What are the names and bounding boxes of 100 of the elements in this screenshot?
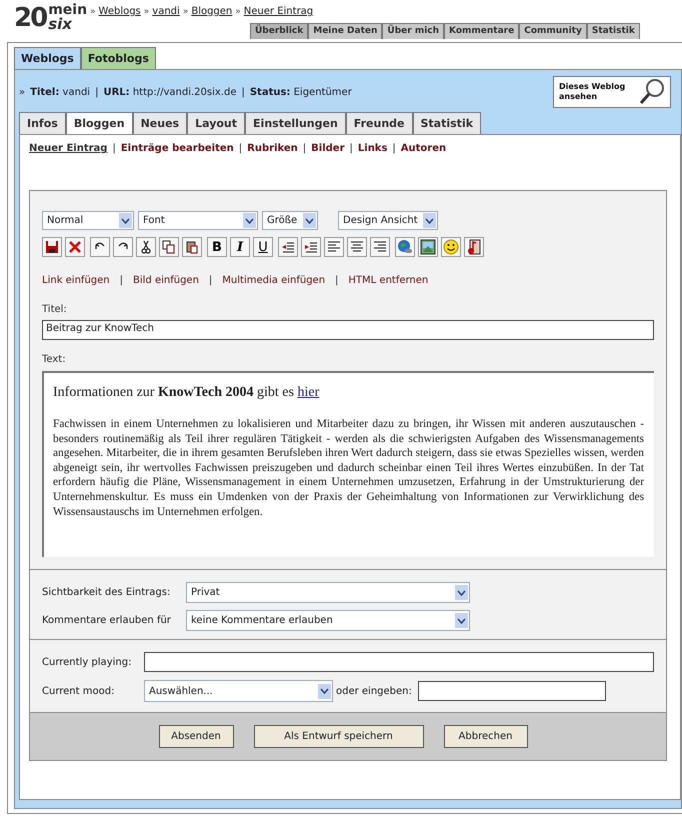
breadcrumb-link[interactable]: Bloggen	[191, 6, 232, 17]
separator: |	[208, 275, 212, 286]
section-tab[interactable]: Weblogs	[14, 47, 81, 69]
indent-button[interactable]	[301, 237, 321, 257]
separator: |	[241, 86, 245, 98]
separator: |	[335, 275, 338, 286]
image-button[interactable]	[418, 237, 438, 257]
search-icon	[638, 78, 666, 106]
tab[interactable]: Neues	[132, 112, 188, 134]
field-label: Kommentare erlauben für	[42, 615, 172, 626]
breadcrumb-link[interactable]: Neuer Eintrag	[244, 6, 314, 17]
paste-button[interactable]	[182, 237, 202, 257]
separator: |	[95, 86, 98, 98]
field-label: Current mood:	[42, 686, 116, 696]
info-field: Status: Eigentümer	[250, 86, 352, 98]
smiley-icon	[443, 239, 459, 255]
subnav-link[interactable]: Links	[358, 143, 388, 154]
cut-icon	[139, 240, 153, 254]
nav-tab[interactable]: Meine Daten	[308, 23, 382, 39]
form-button[interactable]: Als Entwurf speichern	[254, 725, 424, 748]
outdent-button[interactable]	[278, 237, 298, 257]
subnav-link[interactable]: Einträge bearbeiten	[120, 143, 234, 154]
dropdown[interactable]: Auswählen...	[144, 680, 333, 702]
smiley-button[interactable]	[441, 237, 461, 257]
nav-tab[interactable]: Über mich	[382, 23, 444, 39]
tab[interactable]: Einstellungen	[245, 112, 346, 134]
format-button[interactable]: I	[230, 237, 250, 257]
breadcrumb-separator: »	[144, 7, 150, 17]
copy-button[interactable]	[159, 237, 179, 257]
field-label: Sichtbarkeit des Eintrags:	[42, 587, 172, 598]
form-button[interactable]: Absenden	[158, 725, 234, 748]
insert-link[interactable]: HTML entfernen	[348, 275, 428, 286]
format-button[interactable]: B	[207, 237, 227, 257]
tab[interactable]: Layout	[187, 112, 246, 134]
form-button[interactable]: Abbrechen	[444, 725, 528, 748]
image-icon	[420, 239, 436, 255]
globe-icon	[397, 239, 413, 255]
insert-link[interactable]: Bild einfügen	[133, 275, 199, 286]
nav-tab[interactable]: Statistik	[586, 23, 640, 39]
dropdown[interactable]: keine Kommentare erlauben	[186, 610, 470, 631]
undo-button[interactable]	[90, 237, 110, 257]
subnav-link[interactable]: Neuer Eintrag	[29, 143, 108, 154]
redo-button[interactable]	[113, 237, 133, 257]
nav-tab[interactable]: Überblick	[250, 23, 308, 39]
breadcrumb-separator: »	[182, 7, 188, 17]
paragraph: Fachwissen in einem Unternehmen zu lokalisieren und Mitarbeiter dazu zu bringen, ihr Wissen mit anderen auszutauschen - besonders routinemäßig als Teil ihrer regulären Tätigkeit - werden als die schwierigsten Aufgaben des Wissensmanagements angesehen. Mitarbeiter, die in ihrem gesamten Berufsleben ihren Wert dadurch steigern, dass sie etwas Spezielles wissen, werden abgeneigt sein, ihr wertvolles Fachwissen preiszugeben und dadurch scheinbar einen Teil ihres Wertes einzubüßen. In der Tat erfordern häufig die Pläne, Wissensmanagement in einem Unternehmen umzusetzen, Erfahrung in der Umstrukturierung der Unternehmenskultur. Es muss ein Umdenken von der Praxis der Geheimhaltung von Informationen zur Verwirklichung des Wissensaustauschs im Unternehmen erfolgen.	[53, 417, 644, 520]
align-right-icon	[373, 240, 387, 254]
indent-icon	[304, 240, 318, 254]
breadcrumb-link[interactable]: Weblogs	[98, 6, 141, 17]
link[interactable]: hier	[297, 385, 320, 400]
align-center-icon	[350, 240, 364, 254]
dropdown[interactable]: Font	[138, 211, 258, 230]
heading-text: Informationen zur KnowTech 2004 gibt es	[53, 385, 294, 400]
globe-button[interactable]	[395, 237, 415, 257]
copy-icon	[162, 240, 176, 254]
close-icon	[68, 240, 82, 254]
align-right-button[interactable]	[370, 237, 390, 257]
dropdown[interactable]: Größe	[262, 211, 318, 230]
insert-link[interactable]: Link einfügen	[42, 275, 110, 286]
separator: |	[392, 143, 396, 154]
insert-link[interactable]: Multimedia einfügen	[222, 275, 326, 286]
save-button[interactable]	[42, 237, 62, 257]
subnav-link[interactable]: Rubriken	[247, 143, 298, 154]
input-field[interactable]	[144, 652, 654, 672]
breadcrumb-separator: »	[235, 7, 241, 17]
tab[interactable]: Freunde	[346, 112, 412, 134]
info-field: URL: http://vandi.20six.de	[103, 86, 236, 98]
text-editor[interactable]	[42, 371, 654, 557]
field-label: Currently playing:	[42, 656, 132, 668]
paste-icon	[185, 240, 199, 254]
subnav-link[interactable]: Autoren	[400, 143, 446, 154]
nav-tab[interactable]: Community	[519, 23, 587, 39]
input-field[interactable]	[418, 681, 606, 701]
separator: |	[120, 275, 123, 286]
breadcrumb-link[interactable]: vandi	[152, 6, 180, 17]
view-blog-button[interactable]: Dieses Weblog ansehen	[553, 76, 671, 108]
dropdown[interactable]: Normal	[42, 211, 134, 230]
separator: |	[350, 143, 353, 154]
film-button[interactable]	[464, 237, 484, 257]
align-center-button[interactable]	[347, 237, 367, 257]
dropdown[interactable]: Privat	[186, 582, 470, 603]
subnav-link[interactable]: Bilder	[311, 143, 345, 154]
tab[interactable]: Infos	[19, 112, 66, 134]
nav-tab[interactable]: Kommentare	[444, 23, 520, 39]
separator: |	[112, 143, 116, 154]
field-label: Titel:	[42, 304, 68, 315]
dropdown[interactable]: Design Ansicht	[338, 211, 438, 230]
separator: |	[238, 143, 242, 154]
title-input[interactable]: Beitrag zur KnowTech	[42, 320, 654, 340]
tab[interactable]: Statistik	[412, 112, 482, 134]
separator: |	[302, 143, 306, 154]
cut-button[interactable]	[136, 237, 156, 257]
align-left-button[interactable]	[324, 237, 344, 257]
format-button[interactable]: U	[253, 237, 273, 257]
section-tab[interactable]: Fotoblogs	[80, 47, 156, 69]
delete-button[interactable]	[65, 237, 85, 257]
field-label: oder eingeben:	[336, 686, 412, 696]
breadcrumb-separator: »	[90, 7, 96, 17]
info-field: Titel: vandi	[30, 86, 90, 98]
tab[interactable]: Bloggen	[66, 112, 133, 134]
